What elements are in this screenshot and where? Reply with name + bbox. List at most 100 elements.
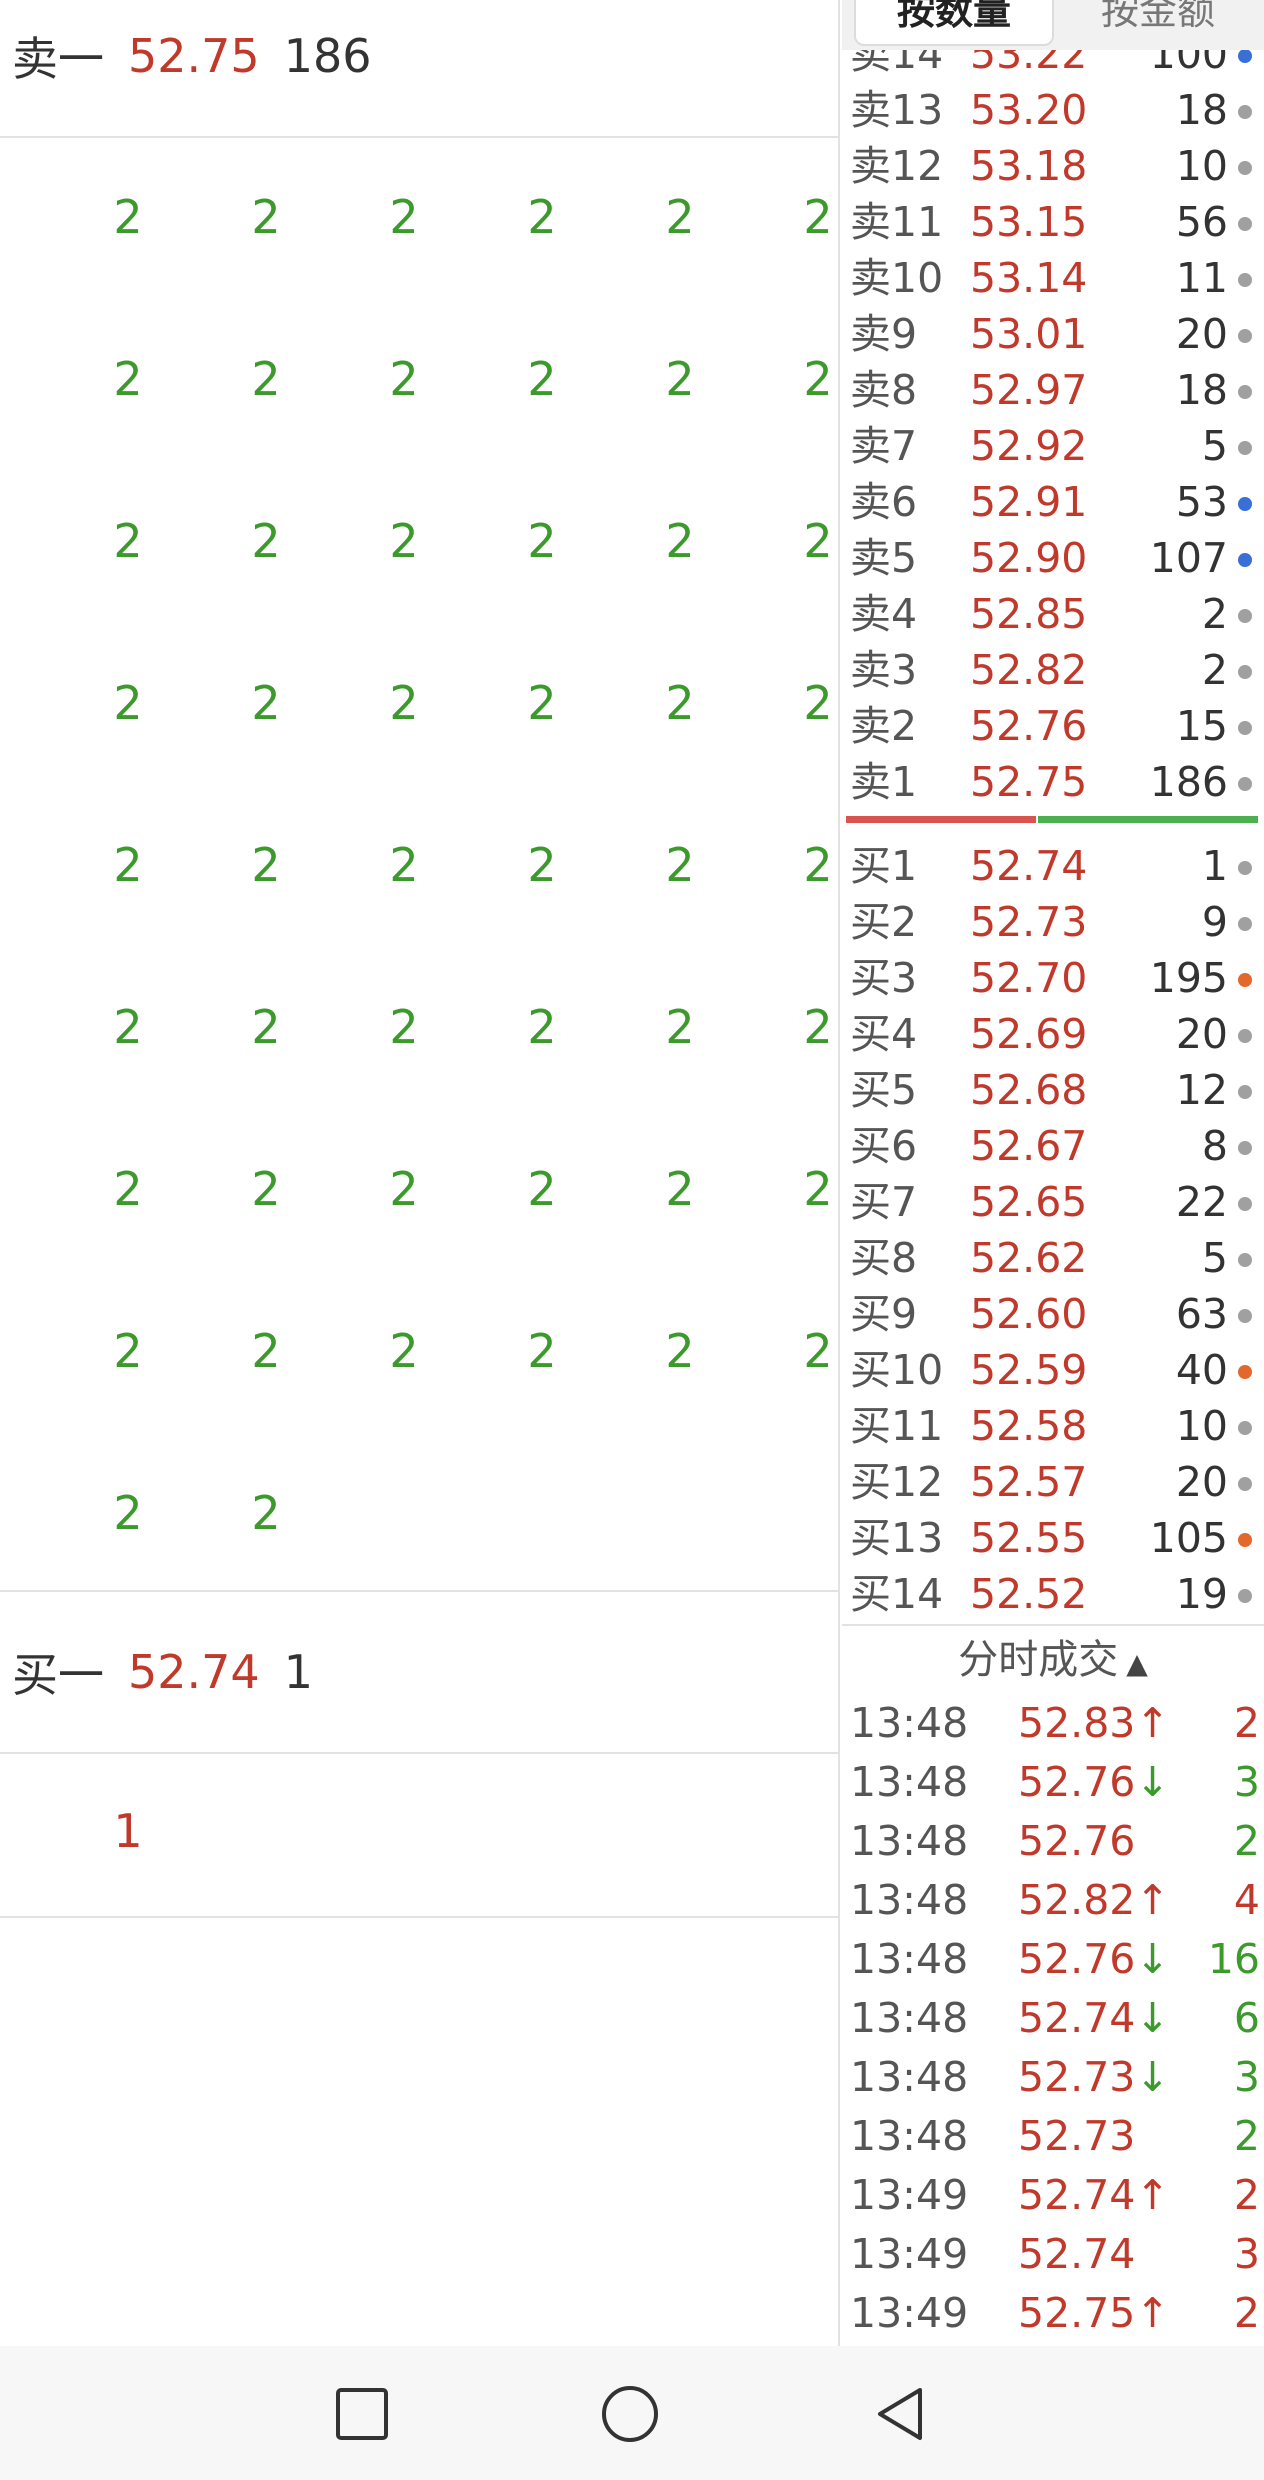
order-size-dot-icon [1238,497,1252,511]
level-label: 买3 [850,954,918,1002]
ask1-queue-order: 2 [251,676,281,730]
level-price: 52.69 [970,1010,1088,1058]
tick-trades-header[interactable]: 分时成交 ▲ [842,1632,1264,1692]
trade-time: 13:48 [850,1817,969,1865]
ask-level-row[interactable]: 卖9 53.01 20 [842,306,1264,362]
ask1-queue-order: 2 [251,514,281,568]
bid-level-row[interactable]: 买13 52.55 105 [842,1510,1264,1566]
trade-price-value: 52.82 [1018,1876,1136,1924]
order-size-dot-icon [1238,1477,1252,1491]
trade-price-value: 52.76 [1018,1817,1136,1865]
bid-level-row[interactable]: 买12 52.57 20 [842,1454,1264,1510]
level-volume: 5 [1201,422,1228,470]
ask1-queue-order: 2 [527,1000,557,1054]
ask-level-row[interactable]: 卖1 52.75 186 [842,754,1264,810]
level-label: 卖3 [850,646,918,694]
level-price: 52.65 [970,1178,1088,1226]
bid-level-row[interactable]: 买1 52.74 1 [842,838,1264,894]
ask-level-row[interactable]: 卖13 53.20 18 [842,82,1264,138]
trade-time: 13:49 [850,2171,969,2219]
bid-level-row[interactable]: 买9 52.60 63 [842,1286,1264,1342]
tab-by-quantity[interactable]: 按数量 [854,0,1054,46]
trade-direction-arrow-icon: ↓ [1135,1758,1170,1806]
order-size-dot-icon [1238,105,1252,119]
bid1-summary-row[interactable]: 买一 52.74 1 [0,1592,838,1754]
ask-level-row[interactable]: 卖10 53.14 11 [842,250,1264,306]
bid-level-row[interactable]: 买4 52.69 20 [842,1006,1264,1062]
trade-price-value: 52.76 [1018,1758,1136,1806]
ask1-summary-row[interactable]: 卖一 52.75 186 [0,0,838,138]
level-volume: 20 [1175,1010,1228,1058]
ask-level-row[interactable]: 卖6 52.91 53 [842,474,1264,530]
ask-level-row[interactable]: 卖4 52.85 2 [842,586,1264,642]
bid-level-row[interactable]: 买14 52.52 19 [842,1566,1264,1622]
bid-level-row[interactable]: 买5 52.68 12 [842,1062,1264,1118]
order-size-dot-icon [1238,1197,1252,1211]
level-price: 52.82 [970,646,1088,694]
tick-trade-row: 13:48 52.73↓ 3 [842,2048,1264,2107]
ask1-price: 52.75 [128,29,260,83]
level-label: 买13 [850,1514,944,1562]
bid-level-row[interactable]: 买10 52.59 40 [842,1342,1264,1398]
trade-price: 52.74↑ [1018,2166,1170,2225]
level-volume: 18 [1175,366,1228,414]
ask1-queue-order: 2 [113,676,143,730]
trade-direction-arrow-icon: ↑ [1135,2171,1170,2219]
level-price: 52.97 [970,366,1088,414]
trade-price-value: 52.74 [1018,1994,1136,2042]
ask-level-row[interactable]: 卖12 53.18 10 [842,138,1264,194]
tick-trade-row: 13:49 52.74↑ 2 [842,2166,1264,2225]
ask-level-row[interactable]: 卖11 53.15 56 [842,194,1264,250]
ask1-queue-order: 2 [665,1000,695,1054]
bid-level-row[interactable]: 买8 52.62 5 [842,1230,1264,1286]
tab-by-amount[interactable]: 按金额 [1068,0,1248,46]
ask1-queue-order: 2 [251,352,281,406]
recents-square-icon[interactable] [332,2384,392,2444]
bid-level-row[interactable]: 买7 52.65 22 [842,1174,1264,1230]
ask-level-row[interactable]: 卖8 52.97 18 [842,362,1264,418]
ask-level-row[interactable]: 卖5 52.90 107 [842,530,1264,586]
trade-volume: 3 [1233,2053,1260,2101]
tick-trade-row: 13:48 52.82↑ 4 [842,1871,1264,1930]
order-size-dot-icon [1238,329,1252,343]
trade-price: 52.83↑ [1018,1694,1170,1753]
trade-direction-arrow-icon: ↓ [1135,2053,1170,2101]
bid-level-row[interactable]: 买11 52.58 10 [842,1398,1264,1454]
level-volume: 56 [1175,198,1228,246]
trade-time: 13:48 [850,1994,969,2042]
level-label: 买1 [850,842,918,890]
ask-level-row[interactable]: 卖2 52.76 15 [842,698,1264,754]
level-price: 52.58 [970,1402,1088,1450]
trade-price: 52.74↓ [1018,1989,1170,2048]
bid-level-row[interactable]: 买3 52.70 195 [842,950,1264,1006]
level-volume: 105 [1149,1514,1228,1562]
level-volume: 20 [1175,1458,1228,1506]
trade-price: 52.75↑ [1018,2284,1170,2343]
ask1-queue-order: 2 [389,190,419,244]
level-label: 买12 [850,1458,944,1506]
bid-level-row[interactable]: 买6 52.67 8 [842,1118,1264,1174]
ask1-queue-order: 2 [527,1162,557,1216]
trade-time: 13:48 [850,1758,969,1806]
back-triangle-icon[interactable] [870,2384,930,2444]
trade-time: 13:49 [850,2289,969,2337]
ask-level-row[interactable]: 卖3 52.82 2 [842,642,1264,698]
android-navigation-bar [0,2346,1264,2480]
ask-level-row[interactable]: 卖7 52.92 5 [842,418,1264,474]
level-label: 卖13 [850,86,944,134]
level-price: 53.14 [970,254,1088,302]
order-size-dot-icon [1238,217,1252,231]
order-detail-panel: 卖一 52.75 186 222222222222222222222222222… [0,0,840,2346]
tick-trade-row: 13:48 52.74↓ 6 [842,1989,1264,2048]
trade-direction-arrow-icon: ↓ [1135,1994,1170,2042]
bid-level-row[interactable]: 买2 52.73 9 [842,894,1264,950]
tick-trade-row: 13:48 52.76↓ 3 [842,1753,1264,1812]
ask1-queue-order: 2 [251,1486,281,1540]
trade-price: 52.82↑ [1018,1871,1170,1930]
trade-price: 52.73↓ [1018,2048,1170,2107]
ask1-queue-order: 2 [803,190,833,244]
level-price: 53.20 [970,86,1088,134]
order-size-dot-icon [1238,973,1252,987]
trade-direction-arrow-icon: ↓ [1135,1935,1170,1983]
home-circle-icon[interactable] [600,2384,660,2444]
